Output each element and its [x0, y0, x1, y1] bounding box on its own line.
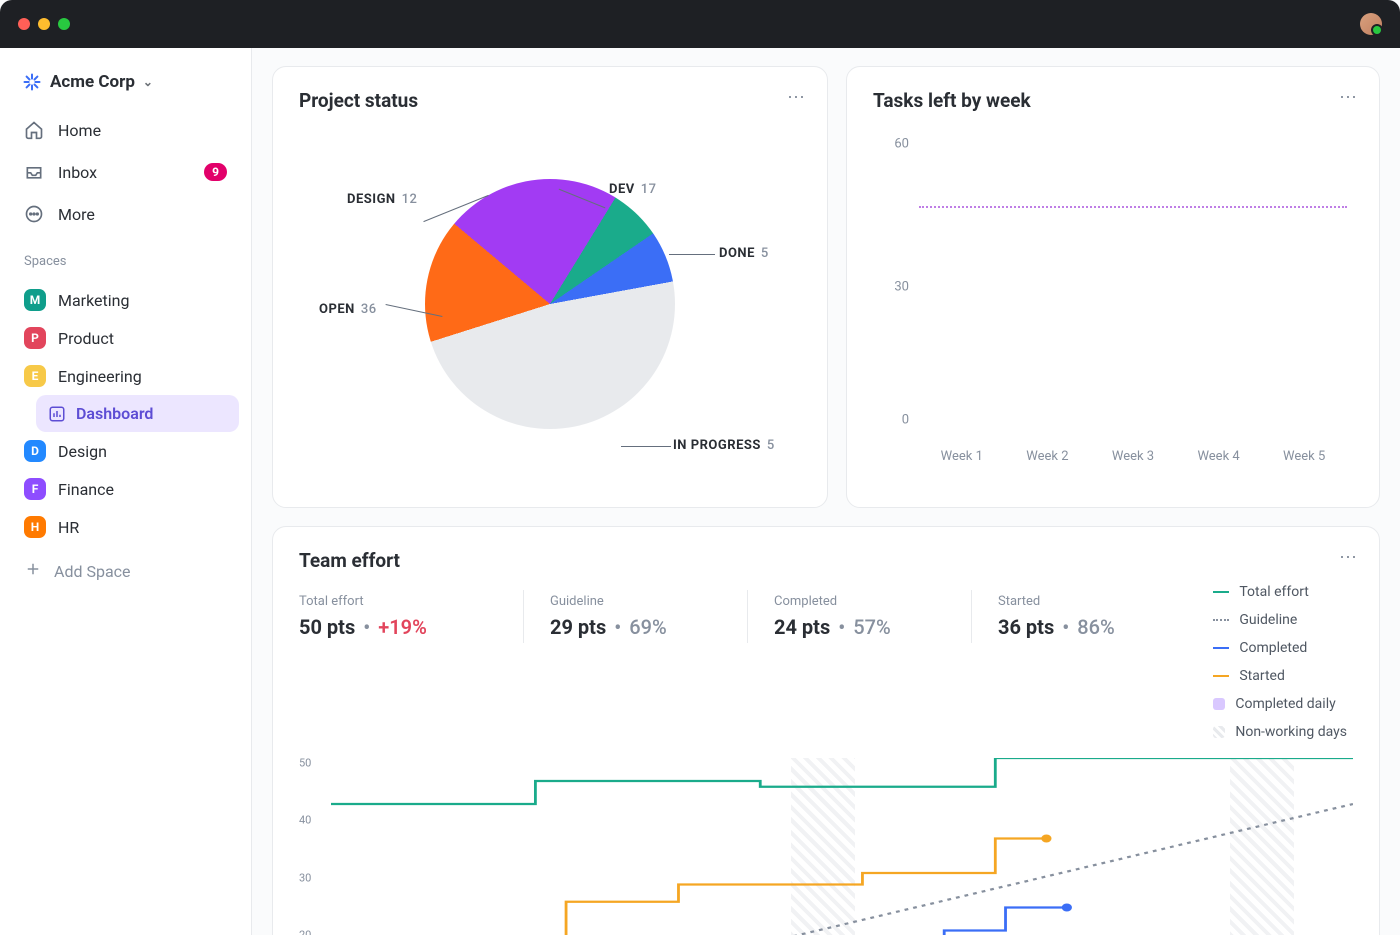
plus-icon	[24, 560, 42, 582]
x-tick: Week 4	[1197, 449, 1239, 464]
space-label: Design	[58, 442, 107, 461]
spaces-section-label: Spaces	[12, 238, 239, 277]
sidebar-space-finance[interactable]: F Finance	[12, 470, 239, 508]
avatar[interactable]	[1360, 13, 1382, 35]
nav-inbox[interactable]: Inbox 9	[12, 152, 239, 192]
inbox-icon	[24, 162, 44, 182]
x-tick: Week 3	[1112, 449, 1154, 464]
card-title: Team effort	[299, 549, 1353, 572]
home-icon	[24, 120, 44, 140]
metric-completed: Completed 24 pts•57%	[747, 590, 971, 643]
window-controls	[18, 18, 70, 30]
dashboard-icon	[48, 405, 66, 423]
workspace-logo-icon	[22, 72, 42, 92]
maximize-window-icon[interactable]	[58, 18, 70, 30]
x-tick: Week 1	[941, 449, 983, 464]
main-content: Project status ⋯ DEV17 DONE5 IN PROGRESS…	[252, 48, 1400, 935]
sidebar-space-marketing[interactable]: M Marketing	[12, 281, 239, 319]
titlebar	[0, 0, 1400, 48]
nav-more-label: More	[58, 205, 95, 224]
pie-chart: DEV17 DONE5 IN PROGRESS5 OPEN36 DESIGN12	[299, 124, 801, 484]
space-label: Engineering	[58, 367, 142, 386]
y-tick: 0	[873, 412, 909, 427]
y-tick: 60	[873, 137, 909, 152]
nav-inbox-label: Inbox	[58, 163, 97, 182]
card-menu-button[interactable]: ⋯	[1339, 87, 1359, 108]
sidebar-space-product[interactable]: P Product	[12, 319, 239, 357]
space-avatar: F	[24, 478, 46, 500]
inbox-badge: 9	[204, 163, 227, 181]
card-team-effort: Team effort ⋯ Total effort 50 pts•+19% G…	[272, 526, 1380, 935]
space-label: Finance	[58, 480, 114, 499]
workspace-picker[interactable]: Acme Corp ⌄	[12, 64, 239, 100]
minimize-window-icon[interactable]	[38, 18, 50, 30]
pie-graphic	[425, 179, 675, 429]
sidebar-space-design[interactable]: D Design	[12, 432, 239, 470]
legend: Total effort Guideline Completed Started…	[1213, 584, 1353, 740]
add-space-label: Add Space	[54, 562, 131, 581]
card-menu-button[interactable]: ⋯	[787, 87, 807, 108]
sidebar-space-engineering[interactable]: E Engineering	[12, 357, 239, 395]
metric-total: Total effort 50 pts•+19%	[299, 590, 523, 643]
close-window-icon[interactable]	[18, 18, 30, 30]
sidebar-dashboard[interactable]: Dashboard	[36, 395, 239, 432]
sidebar: Acme Corp ⌄ Home Inbox 9 More	[0, 48, 252, 935]
sidebar-space-hr[interactable]: H HR	[12, 508, 239, 546]
space-label: HR	[58, 518, 79, 537]
metric-started: Started 36 pts•86%	[971, 590, 1195, 643]
space-avatar: H	[24, 516, 46, 538]
card-title: Tasks left by week	[873, 89, 1353, 112]
nav-more[interactable]: More	[12, 194, 239, 234]
space-label: Product	[58, 329, 114, 348]
workspace-name: Acme Corp	[50, 72, 135, 92]
effort-chart: 50 40 30 20	[299, 758, 1353, 935]
space-avatar: M	[24, 289, 46, 311]
nav-home[interactable]: Home	[12, 110, 239, 150]
bar-chart: 60 30 0 Week 1 Week 2 Week 3 Week 4 Week 5	[873, 124, 1353, 464]
card-tasks-left: Tasks left by week ⋯ 60 30 0 Week 1 Week …	[846, 66, 1380, 508]
x-tick: Week 5	[1283, 449, 1325, 464]
ellipsis-icon	[24, 204, 44, 224]
chevron-down-icon: ⌄	[143, 75, 153, 89]
y-tick: 30	[873, 280, 909, 295]
space-avatar: P	[24, 327, 46, 349]
space-label: Marketing	[58, 291, 129, 310]
space-avatar: D	[24, 440, 46, 462]
card-menu-button[interactable]: ⋯	[1339, 547, 1359, 568]
x-tick: Week 2	[1026, 449, 1068, 464]
metric-guideline: Guideline 29 pts•69%	[523, 590, 747, 643]
card-project-status: Project status ⋯ DEV17 DONE5 IN PROGRESS…	[272, 66, 828, 508]
nav-home-label: Home	[58, 121, 101, 140]
card-title: Project status	[299, 89, 801, 112]
add-space-button[interactable]: Add Space	[12, 550, 239, 592]
metrics-row: Total effort 50 pts•+19% Guideline 29 pt…	[299, 590, 1195, 643]
space-avatar: E	[24, 365, 46, 387]
